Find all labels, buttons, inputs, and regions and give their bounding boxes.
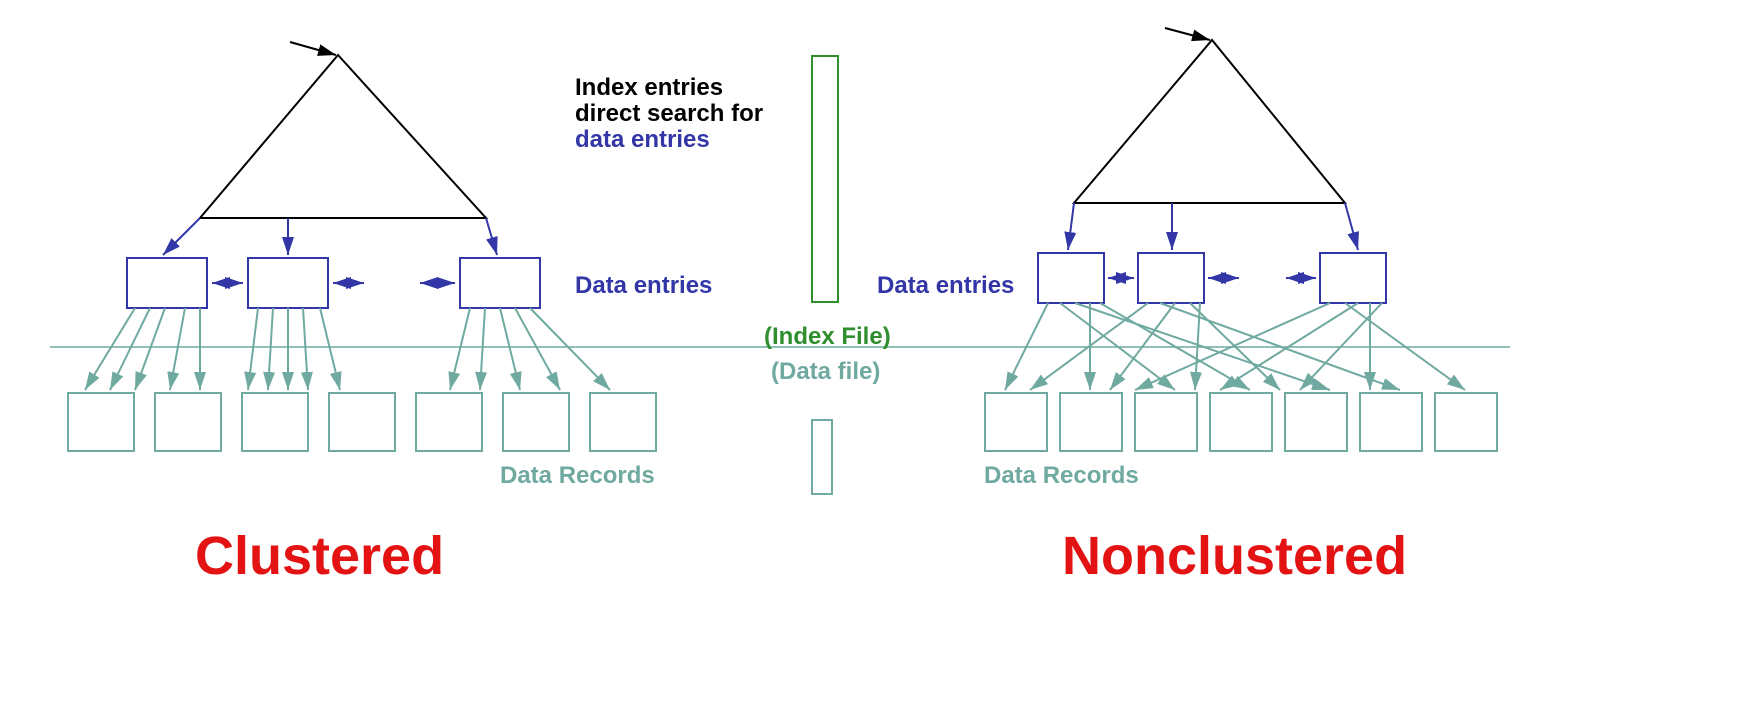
nonclustered-data-entry-boxes <box>1038 253 1386 303</box>
clustered-tree-triangle <box>200 42 486 218</box>
clustered-data-record-boxes <box>68 393 656 451</box>
data-records-label-left: Data Records <box>500 462 655 490</box>
data-file-label: (Data file) <box>771 358 880 386</box>
index-entries-text-line3: data entries <box>575 126 710 154</box>
index-file-label: (Index File) <box>764 323 891 351</box>
index-entries-text-line2: direct search for <box>575 100 763 128</box>
clustered-tree-to-entries-arrows <box>163 218 497 255</box>
data-entries-label-right: Data entries <box>877 272 1014 300</box>
data-file-box <box>812 420 832 494</box>
nonclustered-tree-to-entries-arrows <box>1068 203 1358 250</box>
index-entries-text-line1: Index entries <box>575 74 723 102</box>
data-records-label-right: Data Records <box>984 462 1139 490</box>
nonclustered-title: Nonclustered <box>1062 525 1407 587</box>
nonclustered-data-record-boxes <box>985 393 1497 451</box>
data-entries-label-left: Data entries <box>575 272 712 300</box>
clustered-data-entry-boxes <box>127 258 540 308</box>
nonclustered-tree-triangle <box>1074 28 1345 203</box>
clustered-title: Clustered <box>195 525 444 587</box>
clustered-entry-to-record-arrows <box>85 308 610 390</box>
index-file-box <box>812 56 838 302</box>
